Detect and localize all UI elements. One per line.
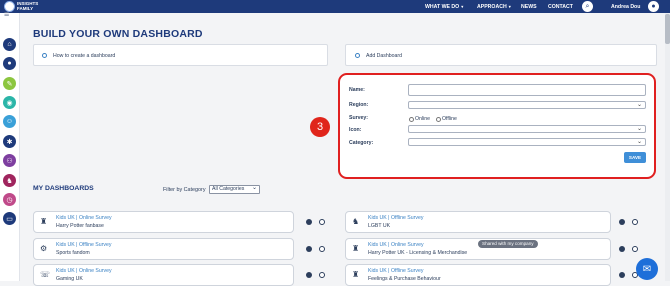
icon-label: Icon: [349,127,362,133]
dashboard-card[interactable]: ♜ Kids UK | Offline Survey Feelings & Purc… [345,264,611,286]
dashboard-name: Feelings & Purchase Behaviour [368,276,441,282]
chevron-down-icon: ▾ [461,4,464,9]
settings-icon[interactable] [319,219,325,225]
add-dashboard-label: Add Dashboard [366,53,403,59]
dashboard-type-icon: ♜ [352,244,360,253]
dashboard-name: Harry Potter UK - Licensing & Merchandis… [368,250,468,256]
my-dashboards-heading: MY DASHBOARDS [33,185,94,192]
logo-text: INSIGHTS FAMILY [17,1,39,11]
how-to-label: How to create a dashboard [53,53,116,59]
settings-icon[interactable] [319,246,325,252]
search-icon[interactable]: ⌕ [582,1,593,12]
dashboard-survey-link[interactable]: Kids UK | Offline Survey [368,215,423,221]
chevron-down-icon: ▾ [508,4,511,9]
chevron-down-icon: ⌄ [251,185,257,191]
circle-icon [42,53,47,58]
chevron-down-icon: ⌄ [636,102,642,108]
chat-icon[interactable]: ▭ [3,212,16,225]
dashboard-type-icon: ♞ [352,217,360,226]
lightbulb-icon[interactable]: ● [3,57,16,70]
dashboard-survey-link[interactable]: Kids UK | Online Survey [56,268,112,274]
category-filter-select[interactable]: All Categories ⌄ [209,185,260,194]
radio-icon [436,116,441,122]
settings-icon[interactable] [632,246,638,252]
brand-icon[interactable]: ♞ [3,174,16,187]
nav-contact[interactable]: CONTACT [548,0,573,13]
share-icon[interactable] [306,272,312,278]
dashboard-survey-link[interactable]: Kids UK | Online Survey [56,215,112,221]
survey-label: Survey: [349,115,369,121]
chevron-down-icon: ⌄ [636,126,642,132]
share-icon[interactable] [619,272,625,278]
how-to-card[interactable]: How to create a dashboard [33,44,328,66]
survey-online-radio[interactable]: Online [409,116,430,122]
dashboard-name: LGBT UK [368,223,391,229]
dashboard-name: Gaming UK [56,276,83,282]
dashboard-type-icon: ♜ [40,217,48,226]
dashboard-survey-link[interactable]: Kids UK | Offline Survey [56,242,111,248]
add-dashboard-card[interactable]: Add Dashboard [345,44,657,66]
name-label: Name: [349,87,365,93]
step-badge: 3 [310,117,330,137]
avatar[interactable]: ● [648,1,659,12]
nav-news[interactable]: NEWS [521,0,537,13]
save-button[interactable]: SAVE [624,152,646,163]
filter-label: Filter by Category [163,187,206,193]
home-icon[interactable]: ⌂ [3,38,16,51]
share-icon[interactable] [619,246,625,252]
settings-icon[interactable] [632,219,638,225]
dashboard-name: Sports fandom [56,250,90,256]
settings-icon[interactable] [319,272,325,278]
dashboard-type-icon: ⚙ [40,244,48,253]
dashboard-card[interactable]: ⚙ Kids UK | Offline Survey Sports fandom [33,238,294,260]
dashboard-type-icon: ♜ [352,270,360,279]
region-label: Region: [349,102,369,108]
dashboard-survey-link[interactable]: Kids UK | Online Survey [368,242,424,248]
network-icon[interactable]: ✱ [3,135,16,148]
shared-badge: Shared with my company [478,240,538,248]
share-icon[interactable] [306,246,312,252]
user-name[interactable]: Andrea Dou [611,0,640,13]
chevron-down-icon: ⌄ [636,139,642,145]
dashboard-card[interactable]: ☏ Kids UK | Online Survey Gaming UK [33,264,294,286]
people-icon[interactable]: ☺ [3,115,16,128]
radio-icon [409,116,414,122]
icon-select[interactable]: ⌄ [408,125,646,133]
survey-offline-radio[interactable]: Offline [436,116,457,122]
name-input[interactable] [408,84,646,96]
category-select[interactable]: ⌄ [408,138,646,146]
circle-icon [355,53,360,58]
region-select[interactable]: ⌄ [408,101,646,109]
page-title: BUILD YOUR OWN DASHBOARD [33,28,203,40]
chat-icon[interactable]: ✉ [636,258,658,280]
dashboard-card[interactable]: ♜ Kids UK | Online Survey Harry Potter fan… [33,211,294,233]
share-icon[interactable] [619,219,625,225]
dashboard-type-icon: ☏ [40,270,51,279]
scrollbar-thumb[interactable] [665,14,670,44]
nav-approach[interactable]: APPROACH ▾ [477,0,511,13]
nav-what-we-do[interactable]: WHAT WE DO ▾ [425,0,463,13]
dashboard-name: Harry Potter fanbase [56,223,104,229]
menu-icon[interactable]: ≡ [4,10,15,19]
timer-icon[interactable]: ◷ [3,193,16,206]
idea-green-icon[interactable]: ✎ [3,77,16,90]
scrollbar-track[interactable] [665,13,670,281]
category-label: Category: [349,140,374,146]
connections-icon[interactable]: ⚇ [3,154,16,167]
dashboard-card[interactable]: ♞ Kids UK | Offline Survey LGBT UK [345,211,611,233]
share-icon[interactable] [306,219,312,225]
globe-icon[interactable]: ◉ [3,96,16,109]
dashboard-survey-link[interactable]: Kids UK | Offline Survey [368,268,423,274]
